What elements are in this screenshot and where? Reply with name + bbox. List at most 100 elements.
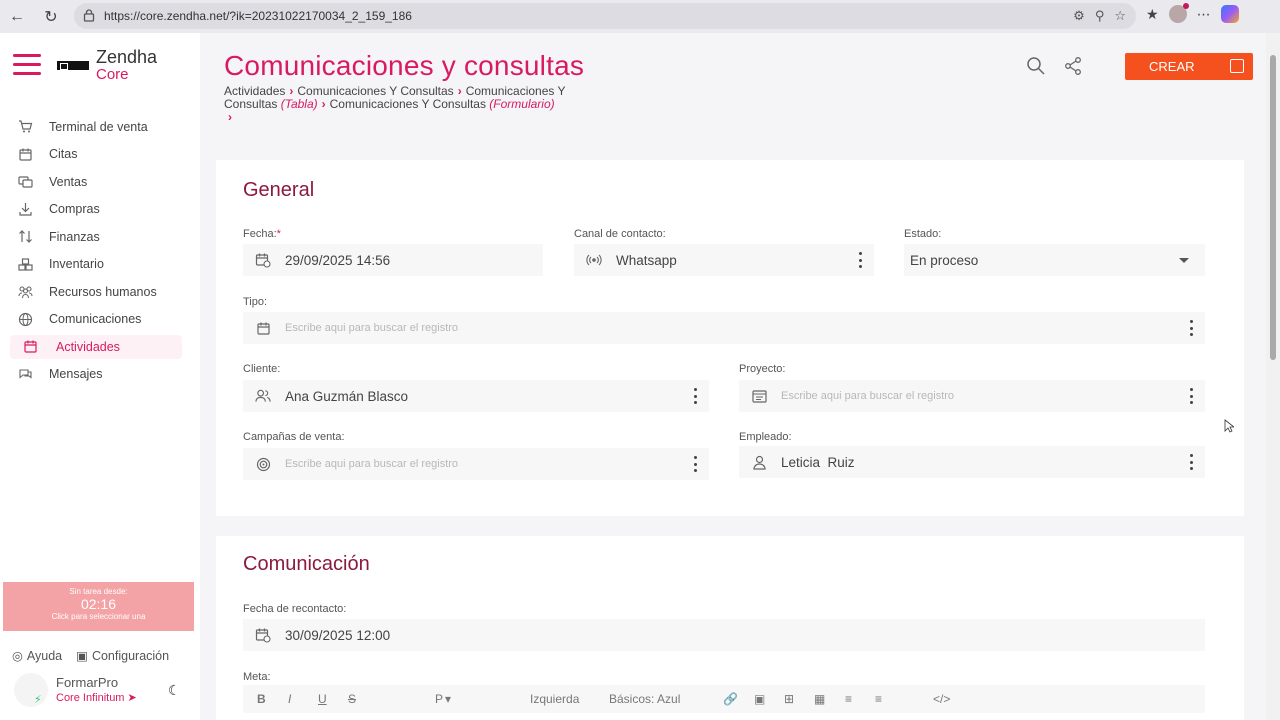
image-icon[interactable]: ▣	[754, 692, 765, 706]
link-icon[interactable]: 🔗	[723, 692, 738, 706]
config-link[interactable]: ▣ Configuración	[76, 648, 169, 664]
canal-field[interactable]: Whatsapp	[574, 244, 874, 276]
address-bar[interactable]: https://core.zendha.net/?ik=202310221700…	[74, 3, 1136, 29]
help-icon: ◎	[12, 649, 23, 663]
bullet-list-icon[interactable]: ≡	[845, 692, 852, 706]
canal-value: Whatsapp	[616, 252, 677, 268]
copilot-icon[interactable]	[1220, 5, 1239, 23]
strike-button[interactable]: S	[348, 692, 356, 706]
breadcrumb-item-formulario[interactable]: Comunicaciones Y Consultas (Formulario)	[330, 97, 555, 111]
font-select[interactable]: Básicos: Azul	[609, 692, 680, 706]
breadcrumb-item-comunicaciones[interactable]: Comunicaciones Y Consultas	[297, 84, 453, 98]
sidebar-item-label: Finanzas	[49, 229, 100, 244]
user-profile[interactable]: ⚡ FormarPro Core Infinitum ➤ ☾	[14, 673, 194, 709]
calendar-icon	[23, 339, 38, 354]
help-link[interactable]: ◎ Ayuda	[12, 648, 62, 664]
sidebar-item-actividades[interactable]: Actividades	[0, 333, 200, 361]
kebab-menu-icon[interactable]	[858, 252, 862, 268]
bold-button[interactable]: B	[257, 692, 266, 706]
breadcrumb-text: Consultas	[224, 97, 278, 111]
sidebar-item-label: Comunicaciones	[49, 312, 142, 327]
chevron-right-icon: ›	[228, 110, 232, 124]
kebab-menu-icon[interactable]	[693, 456, 697, 472]
reload-icon[interactable]: ↻	[40, 6, 62, 28]
people-icon	[18, 284, 33, 299]
sidebar-item-citas[interactable]: Citas	[0, 141, 200, 169]
back-icon[interactable]: ←	[6, 6, 28, 28]
avatar	[14, 673, 48, 707]
tracking-icon[interactable]: ⚙	[1073, 8, 1085, 24]
fecha-label: Fecha:*	[243, 228, 281, 240]
kebab-menu-icon[interactable]	[693, 388, 697, 404]
chat-icon	[18, 367, 33, 382]
proyecto-placeholder: Escribe aqui para buscar el registro	[781, 390, 955, 402]
target-icon	[255, 456, 271, 472]
sidebar-item-mensajes[interactable]: Mensajes	[0, 361, 200, 389]
chevron-right-icon: ›	[289, 84, 294, 98]
url-text: https://core.zendha.net/?ik=202310221700…	[104, 9, 412, 23]
sidebar-item-label: Compras	[49, 202, 100, 217]
share-icon[interactable]	[1064, 56, 1082, 76]
plan-label: Core Infinitum	[56, 692, 125, 704]
sidebar: Zendha Core Terminal de venta Citas Vent…	[0, 33, 200, 720]
users-icon	[255, 388, 271, 404]
hamburger-menu-icon[interactable]	[13, 54, 41, 76]
sidebar-item-terminal-de-venta[interactable]: Terminal de venta	[0, 113, 200, 141]
sidebar-item-comunicaciones[interactable]: Comunicaciones	[0, 306, 200, 334]
brand-name: Zendha	[96, 47, 158, 67]
breadcrumb-item-actividades[interactable]: Actividades	[224, 84, 285, 98]
align-select[interactable]: Izquierda	[530, 692, 579, 706]
scrollbar[interactable]	[1266, 33, 1280, 720]
favorites-icon[interactable]: ★	[1146, 6, 1159, 23]
sidebar-item-recursos-humanos[interactable]: Recursos humanos	[0, 278, 200, 306]
download-icon	[18, 202, 33, 217]
breadcrumb-text: Comunicaciones Y Consultas	[329, 97, 486, 111]
paragraph-value: P	[435, 692, 444, 706]
project-icon	[751, 388, 767, 404]
campanas-field[interactable]: Escribe aqui para buscar el registro	[243, 448, 709, 480]
rich-text-toolbar: B I U S P ▾ Izquierda Básicos: Azul 🔗 ▣ …	[243, 685, 1205, 713]
site-info-icon[interactable]	[83, 9, 95, 22]
underline-button[interactable]: U	[318, 692, 327, 706]
timer-hint: Click para seleccionar una	[51, 612, 146, 621]
paragraph-select[interactable]: P ▾	[435, 692, 451, 706]
campanas-placeholder: Escribe aqui para buscar el registro	[285, 458, 459, 470]
transfer-icon	[18, 229, 33, 244]
task-timer[interactable]: Sin tarea desde: 02:16 Click para selecc…	[3, 582, 194, 631]
dark-mode-toggle-icon[interactable]: ☾	[168, 682, 181, 699]
user-plan: Core Infinitum ➤	[56, 691, 137, 704]
sidebar-item-finanzas[interactable]: Finanzas	[0, 223, 200, 251]
cliente-field[interactable]: Ana Guzmán Blasco	[243, 380, 709, 412]
key-icon[interactable]: ⚲	[1095, 8, 1105, 24]
search-icon[interactable]	[1026, 56, 1046, 76]
profile-avatar[interactable]	[1168, 3, 1189, 23]
italic-button[interactable]: I	[288, 692, 291, 706]
more-menu-icon[interactable]: ⋯	[1197, 6, 1211, 23]
sidebar-item-ventas[interactable]: Ventas	[0, 168, 200, 196]
kebab-menu-icon[interactable]	[1189, 320, 1193, 336]
sidebar-item-inventario[interactable]: Inventario	[0, 251, 200, 279]
code-icon[interactable]: </>	[933, 692, 950, 706]
recontacto-value: 30/09/2025 12:00	[285, 627, 391, 643]
favorite-star-icon[interactable]: ☆	[1114, 8, 1126, 24]
empleado-field[interactable]: Leticia Ruiz	[739, 446, 1205, 478]
create-button[interactable]: CREAR	[1125, 53, 1253, 80]
proyecto-field[interactable]: Escribe aqui para buscar el registro	[739, 380, 1205, 412]
grid-icon[interactable]: ⊞	[784, 692, 794, 706]
comunicacion-section: Comunicación Fecha de recontacto: 30/09/…	[216, 536, 1244, 720]
estado-select[interactable]: En proceso	[904, 244, 1205, 276]
fecha-field[interactable]: 29/09/2025 14:56	[243, 244, 543, 276]
main-content: Comunicaciones y consultas Actividades › C…	[200, 33, 1266, 720]
scrollbar-thumb[interactable]	[1270, 55, 1276, 360]
employee-icon	[751, 454, 767, 470]
sidebar-item-label: Recursos humanos	[49, 284, 157, 299]
numbered-list-icon[interactable]: ≡	[875, 692, 882, 706]
chevron-right-icon: ›	[321, 97, 326, 111]
sidebar-item-compras[interactable]: Compras	[0, 196, 200, 224]
tipo-field[interactable]: Escribe aqui para buscar el registro	[243, 312, 1205, 344]
table-icon[interactable]: ▦	[814, 692, 825, 706]
kebab-menu-icon[interactable]	[1189, 388, 1193, 404]
required-mark: *	[276, 228, 281, 240]
kebab-menu-icon[interactable]	[1189, 454, 1193, 470]
recontacto-field[interactable]: 30/09/2025 12:00	[243, 619, 1205, 651]
